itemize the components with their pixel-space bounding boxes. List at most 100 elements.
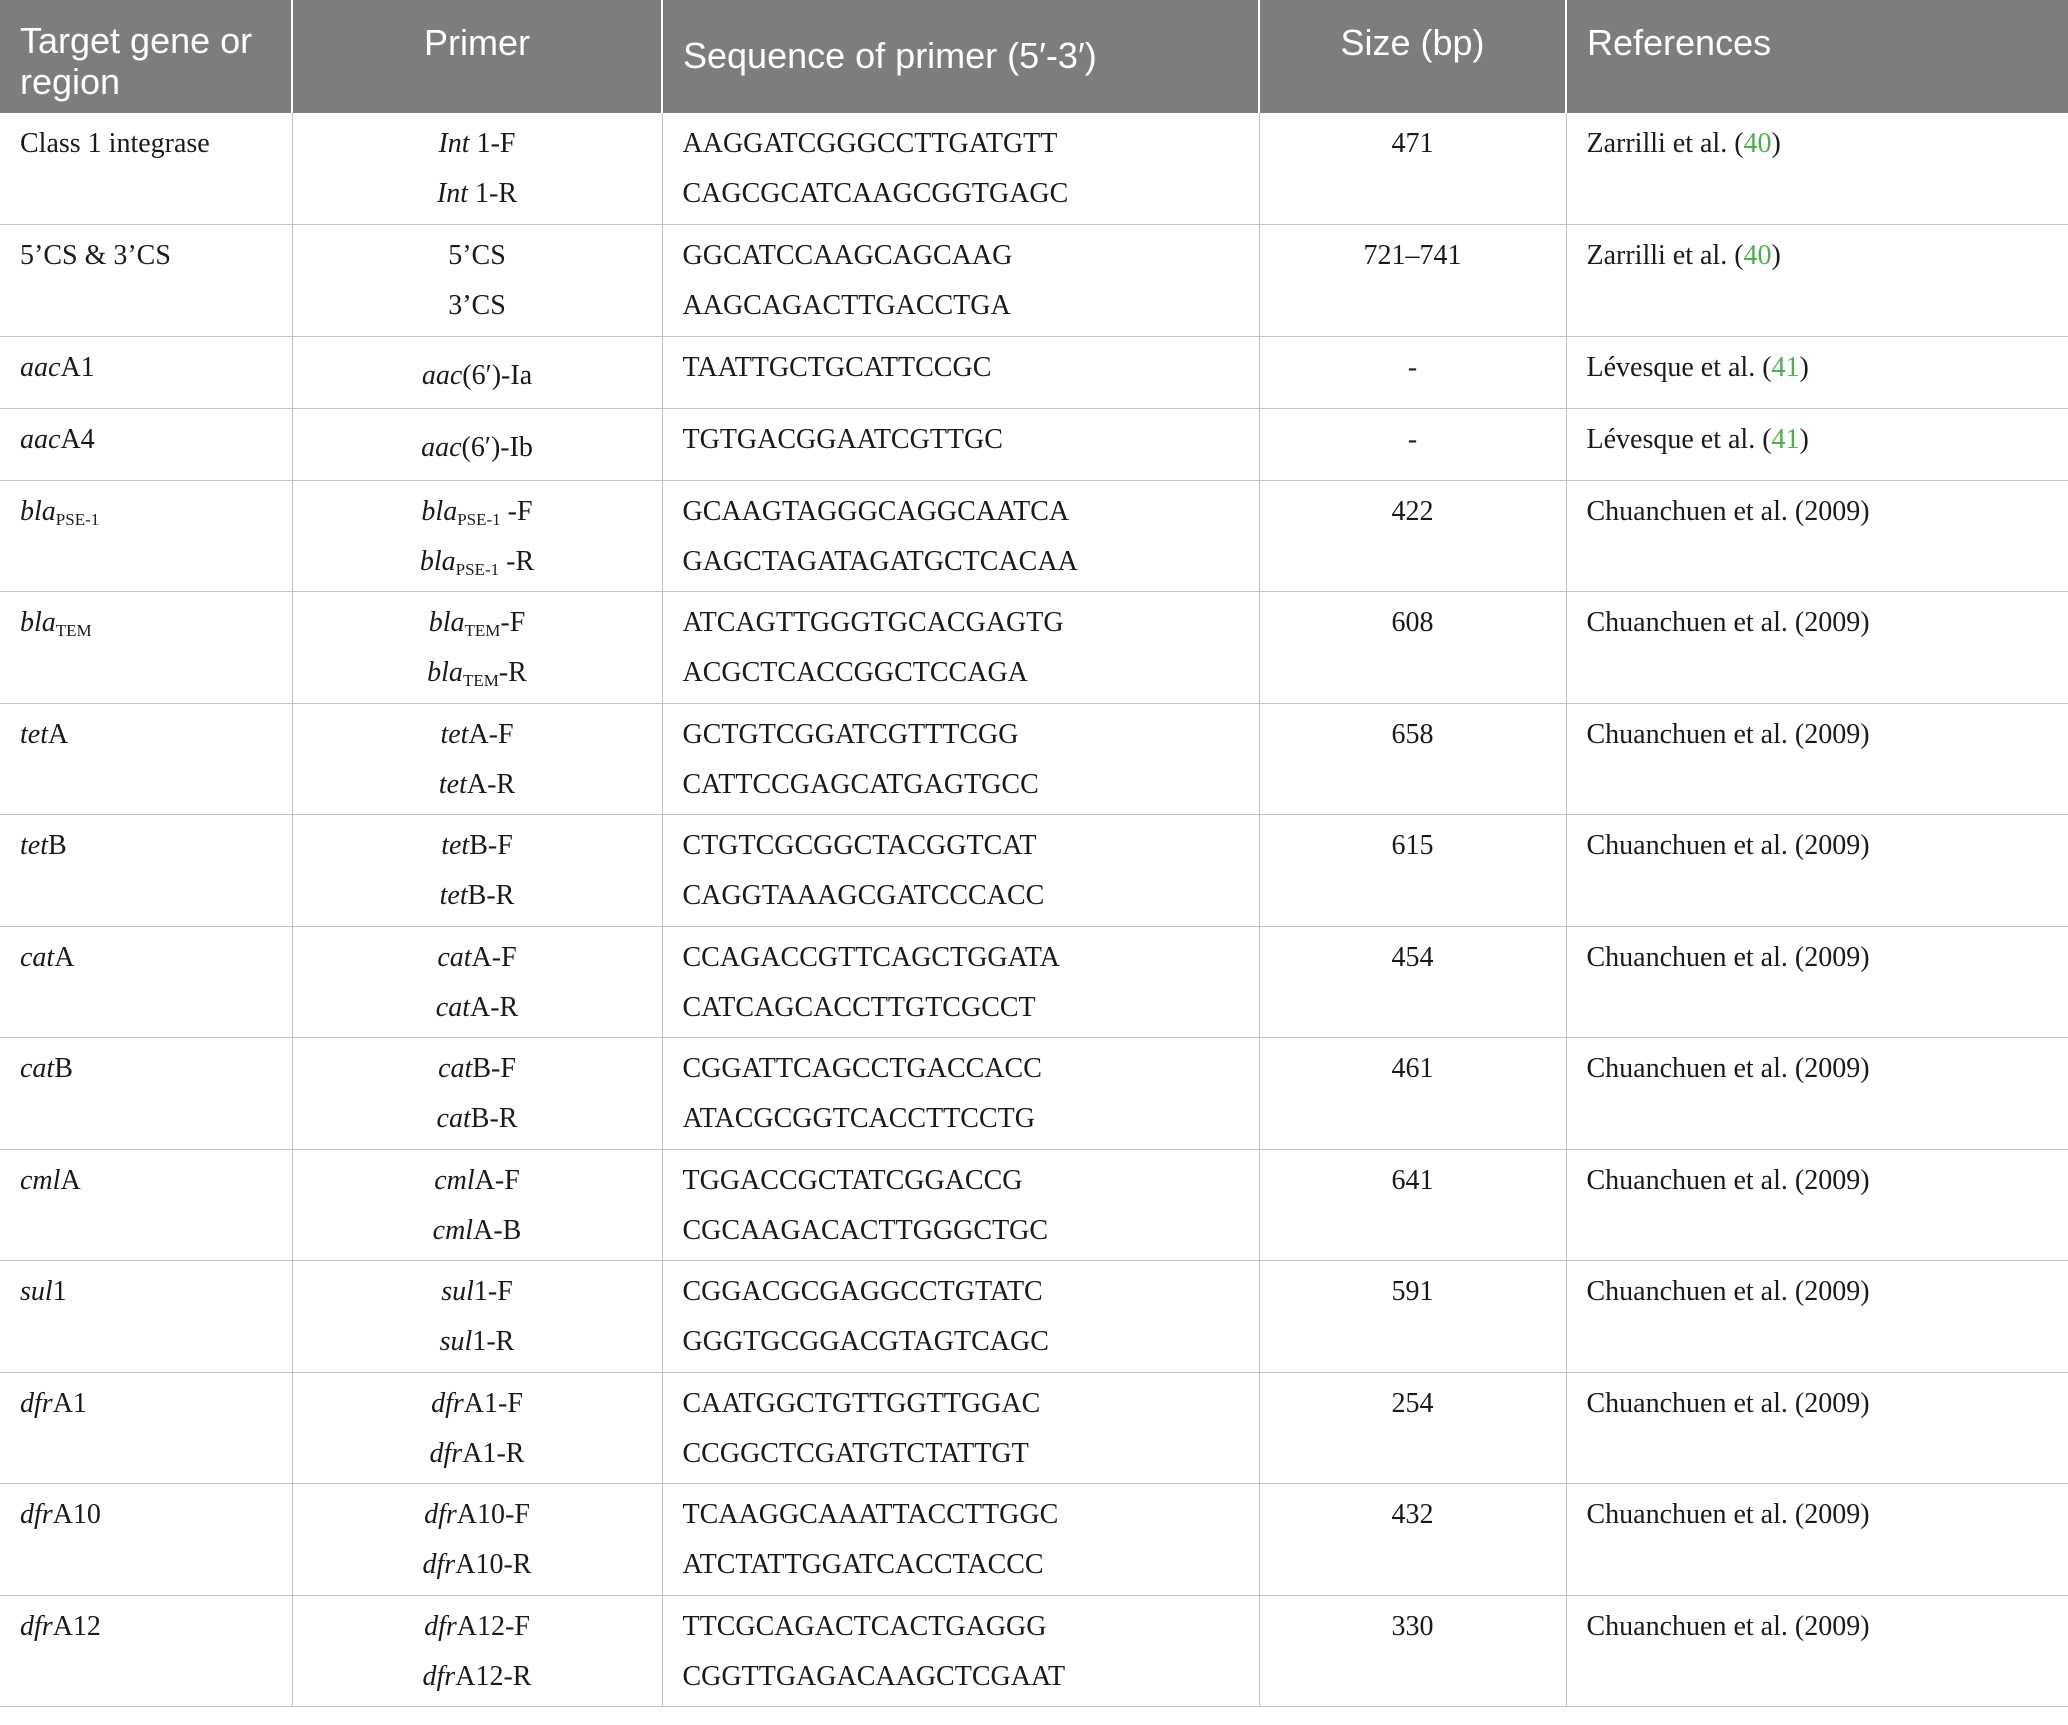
sequence-reverse: CCGGCTCGATGTCTATTGT	[682, 1437, 1029, 1469]
primer-cell: tetB-F tetB-R	[292, 814, 663, 927]
table-row: catB catB-F catB-R CGGATTCAGCCTGACCACC A…	[0, 1037, 2068, 1150]
sequence-cell: CGGACGCGAGGCCTGTATC GGGTGCGGACGTAGTCAGC	[662, 1260, 1260, 1373]
primer-forward: dfrA12-F	[424, 1610, 530, 1642]
reference-link[interactable]: 40	[1744, 128, 1772, 159]
size-cell: 721–741	[1259, 224, 1567, 337]
table-row: dfrA12 dfrA12-F dfrA12-R TTCGCAGACTCACTG…	[0, 1595, 2068, 1707]
primer-reverse: dfrA1-R	[429, 1437, 525, 1469]
reference-link[interactable]: 40	[1744, 240, 1772, 271]
gene-cell: dfrA12	[0, 1595, 293, 1707]
sequence-cell: CAATGGCTGTTGGTTGGAC CCGGCTCGATGTCTATTGT	[662, 1372, 1260, 1484]
sequence-forward: GCTGTCGGATCGTTTCGG	[682, 718, 1019, 750]
reference-close: )	[1799, 423, 1809, 455]
reference-close: )	[1799, 351, 1809, 383]
sequence-reverse: GGGTGCGGACGTAGTCAGC	[682, 1326, 1049, 1357]
sequence-cell: AAGGATCGGGCCTTGATGTT CAGCGCATCAAGCGGTGAG…	[662, 113, 1260, 225]
header-row: Target gene or region Primer Sequence of…	[0, 0, 2068, 113]
sequence-forward: ATCAGTTGGGTGCACGAGTG	[682, 607, 1064, 638]
sequence-forward: AAGGATCGGGCCTTGATGTT	[682, 128, 1058, 159]
reference-text: Lévesque et al. (	[1586, 351, 1772, 383]
sequence-forward: CCAGACCGTTCAGCTGGATA	[682, 941, 1060, 973]
reference-cell: Chuanchuen et al. (2009)	[1566, 1037, 2068, 1150]
size-cell: 454	[1259, 926, 1567, 1038]
sequence-forward: CGGATTCAGCCTGACCACC	[682, 1053, 1042, 1084]
gene-cell: tetA	[0, 703, 293, 815]
gene-cell: tetB	[0, 814, 293, 927]
sequence-forward: TTCGCAGACTCACTGAGGG	[682, 1610, 1047, 1642]
sequence-forward: CAATGGCTGTTGGTTGGAC	[682, 1387, 1041, 1419]
table-row: tetB tetB-F tetB-R CTGTCGCGGCTACGGTCAT C…	[0, 814, 2068, 927]
primer-cell: tetA-F tetA-R	[292, 703, 663, 815]
primer-cell: catB-F catB-R	[292, 1037, 663, 1150]
sequence-forward: GGCATCCAAGCAGCAAG	[682, 240, 1013, 271]
sequence-cell: TCAAGGCAAATTACCTTGGC ATCTATTGGATCACCTACC…	[662, 1483, 1260, 1596]
sequence-forward: CTGTCGCGGCTACGGTCAT	[682, 830, 1037, 861]
reference-link[interactable]: 41	[1772, 352, 1800, 383]
sequence-reverse: GAGCTAGATAGATGCTCACAA	[682, 545, 1078, 577]
primer-cell: aac(6′)-Ib	[292, 408, 663, 481]
reference-cell: Chuanchuen et al. (2009)	[1566, 480, 2068, 592]
table-row: catA catA-F catA-R CCAGACCGTTCAGCTGGATA …	[0, 926, 2068, 1038]
size-cell: 461	[1259, 1037, 1567, 1150]
reference-cell: Chuanchuen et al. (2009)	[1566, 1372, 2068, 1484]
table-row: blaPSE-1 blaPSE-1 -F blaPSE-1 -R GCAAGTA…	[0, 480, 2068, 592]
primer-cell: blaPSE-1 -F blaPSE-1 -R	[292, 480, 663, 592]
sequence-cell: GCAAGTAGGGCAGGCAATCA GAGCTAGATAGATGCTCAC…	[662, 480, 1260, 592]
reference-cell: Chuanchuen et al. (2009)	[1566, 1260, 2068, 1373]
primer-cell: blaTEM-F blaTEM-R	[292, 591, 663, 704]
gene-cell: blaPSE-1	[0, 480, 293, 592]
size-cell: 422	[1259, 480, 1567, 592]
primer-cell: cmlA-F cmlA-B	[292, 1149, 663, 1261]
size-cell: 641	[1259, 1149, 1567, 1261]
sequence-cell: ATCAGTTGGGTGCACGAGTG ACGCTCACCGGCTCCAGA	[662, 591, 1260, 704]
col-header-sequence: Sequence of primer (5′-3′)	[662, 0, 1260, 113]
primer-forward: 5’CS	[448, 240, 506, 271]
sequence-cell: TGGACCGCTATCGGACCG CGCAAGACACTTGGGCTGC	[662, 1149, 1260, 1261]
gene-cell: dfrA1	[0, 1372, 293, 1484]
reference-cell: Chuanchuen et al. (2009)	[1566, 1149, 2068, 1261]
primer-cell: dfrA1-F dfrA1-R	[292, 1372, 663, 1484]
primer-reverse: blaPSE-1 -R	[419, 545, 535, 579]
sequence-reverse: AAGCAGACTTGACCTGA	[682, 290, 1011, 321]
size-cell: 471	[1259, 113, 1567, 225]
size-cell: -	[1259, 336, 1567, 409]
reference-cell: Chuanchuen et al. (2009)	[1566, 703, 2068, 815]
size-cell: 591	[1259, 1260, 1567, 1373]
primer-forward: catA-F	[437, 941, 517, 973]
gene-cell: aacA4	[0, 408, 293, 481]
primer-reverse: dfrA10-R	[422, 1549, 532, 1580]
reference-link[interactable]: 41	[1772, 424, 1800, 455]
reference-cell: Chuanchuen et al. (2009)	[1566, 1483, 2068, 1596]
primer-cell: aac(6′)-Ia	[292, 336, 663, 409]
primer-forward: dfrA1-F	[431, 1387, 523, 1419]
table-row: aacA1 aac(6′)-Ia TAATTGCTGCATTCCGC - Lév…	[0, 336, 2068, 409]
table-row: dfrA10 dfrA10-F dfrA10-R TCAAGGCAAATTACC…	[0, 1483, 2068, 1596]
primer-table: Target gene or region Primer Sequence of…	[0, 0, 2068, 1707]
gene-cell: 5’CS & 3’CS	[0, 224, 293, 337]
primer-cell: dfrA10-F dfrA10-R	[292, 1483, 663, 1596]
primer-reverse: cmlA-B	[432, 1214, 522, 1246]
primer-forward: Int 1-F	[438, 128, 516, 159]
sequence-cell: CCAGACCGTTCAGCTGGATA CATCAGCACCTTGTCGCCT	[662, 926, 1260, 1038]
sequence-reverse: CATTCCGAGCATGAGTGCC	[682, 768, 1039, 800]
gene-cell: catB	[0, 1037, 293, 1150]
primer-reverse: catA-R	[435, 991, 519, 1023]
primer-cell: sul1-F sul1-R	[292, 1260, 663, 1373]
primer-reverse: tetA-R	[438, 768, 516, 800]
gene-cell: sul1	[0, 1260, 293, 1373]
reference-cell: Chuanchuen et al. (2009)	[1566, 926, 2068, 1038]
table-row: Class 1 integrase Int 1-F Int 1-R AAGGAT…	[0, 113, 2068, 225]
size-cell: -	[1259, 408, 1567, 481]
col-header-target-gene: Target gene or region	[0, 0, 293, 113]
primer-reverse: tetB-R	[439, 880, 515, 911]
sequence-reverse: ATACGCGGTCACCTTCCTG	[682, 1103, 1035, 1134]
sequence-cell: GGCATCCAAGCAGCAAG AAGCAGACTTGACCTGA	[662, 224, 1260, 337]
table-row: 5’CS & 3’CS 5’CS 3’CS GGCATCCAAGCAGCAAG …	[0, 224, 2068, 337]
table-row: blaTEM blaTEM-F blaTEM-R ATCAGTTGGGTGCAC…	[0, 591, 2068, 704]
gene-cell: cmlA	[0, 1149, 293, 1261]
primer-reverse: Int 1-R	[436, 178, 518, 209]
reference-cell: Lévesque et al. (41)	[1566, 336, 2068, 409]
gene-cell: dfrA10	[0, 1483, 293, 1596]
sequence-forward: CGGACGCGAGGCCTGTATC	[682, 1276, 1043, 1307]
sequence-cell: TGTGACGGAATCGTTGC	[662, 408, 1260, 481]
